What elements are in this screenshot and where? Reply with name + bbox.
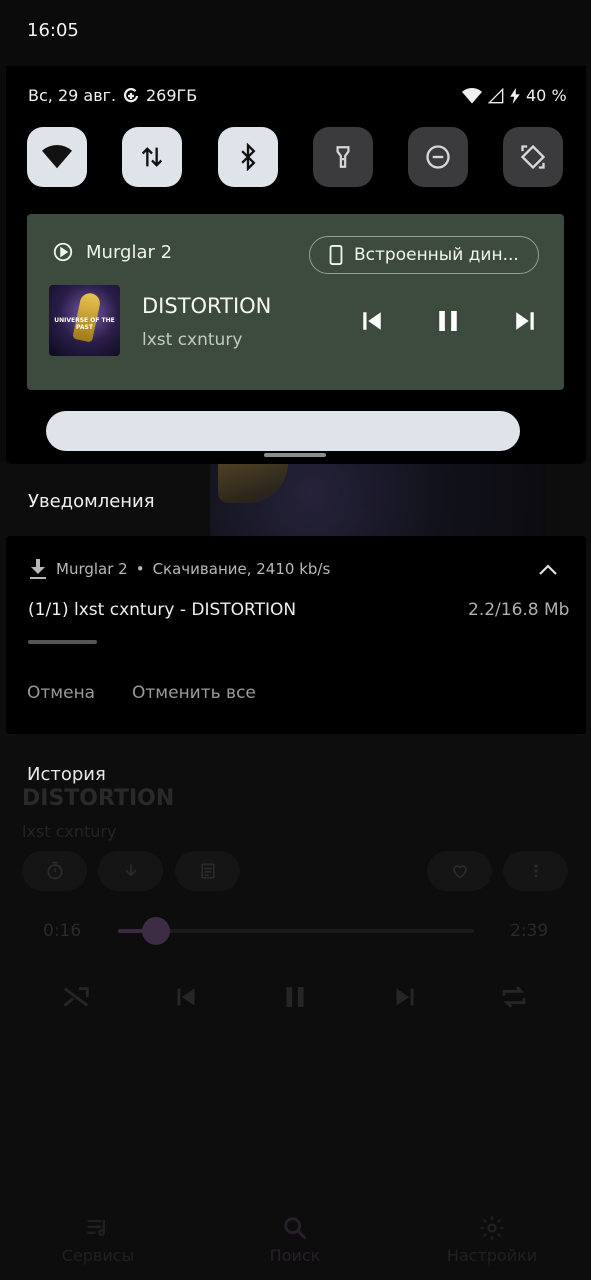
background-track-artist: lxst cxntury: [22, 822, 117, 841]
bluetooth-icon: [241, 143, 256, 171]
skip-previous-icon: [363, 312, 381, 330]
notifications-header: Уведомления: [28, 491, 155, 512]
gear-icon: [480, 1216, 504, 1240]
media-pause-button[interactable]: [431, 304, 465, 338]
history-button[interactable]: История: [27, 764, 106, 785]
search-icon: [284, 1217, 307, 1240]
output-device-label: Встроенный дин...: [354, 245, 519, 265]
nav-services[interactable]: Сервисы: [38, 1214, 158, 1265]
media-previous-button[interactable]: [355, 304, 389, 338]
notification-status: Скачивание, 2410 kb/s: [152, 560, 331, 578]
swap-vert-icon: [141, 147, 163, 167]
album-art: UNIVERSE OF THE PAST: [49, 285, 120, 356]
notification-size: 2.2/16.8 Mb: [468, 600, 570, 620]
more-button[interactable]: [503, 851, 568, 891]
wifi-signal-icon: [462, 87, 482, 103]
download-icon: [30, 559, 46, 579]
media-app-header: Murglar 2: [52, 241, 172, 263]
pause-icon: [439, 311, 457, 331]
nav-settings[interactable]: Настройки: [432, 1214, 552, 1265]
tile-do-not-disturb[interactable]: [408, 127, 468, 187]
qs-date[interactable]: Вс, 29 авг.: [28, 86, 116, 105]
skip-next-icon[interactable]: [388, 980, 422, 1014]
seek-bar-thumb[interactable]: [142, 917, 170, 945]
cancel-button[interactable]: Отмена: [27, 683, 95, 703]
play-circle-icon: [53, 242, 73, 262]
nav-settings-label: Настройки: [446, 1246, 538, 1265]
background-album-art: [210, 463, 546, 537]
timer-icon: [47, 861, 62, 880]
heart-icon: [452, 865, 467, 879]
total-time: 2:39: [510, 921, 549, 941]
battery-percent: 40 %: [526, 86, 567, 105]
library-music-icon: [87, 1219, 105, 1237]
cellular-signal-icon: [488, 87, 504, 103]
seek-bar[interactable]: [118, 929, 474, 933]
like-button[interactable]: [427, 851, 492, 891]
cancel-all-button[interactable]: Отменить все: [132, 683, 256, 703]
nav-search-label: Поиск: [269, 1246, 321, 1265]
tile-wifi[interactable]: [27, 127, 87, 187]
notification-separator: •: [135, 560, 145, 578]
timer-button[interactable]: [22, 851, 87, 891]
more-vert-icon: [534, 864, 537, 878]
brightness-slider[interactable]: [46, 411, 520, 451]
repeat-icon[interactable]: [497, 980, 531, 1014]
download-progress-bar: [28, 640, 97, 644]
system-status-icons: 40 %: [462, 86, 567, 105]
album-art-text: UNIVERSE OF THE PAST: [54, 317, 115, 331]
download-button[interactable]: [98, 851, 163, 891]
screen-rotation-icon: [520, 144, 546, 170]
notification-app-row: Murglar 2 • Скачивание, 2410 kb/s: [28, 558, 330, 580]
flashlight-icon: [336, 146, 350, 168]
skip-next-icon: [516, 312, 534, 330]
smartphone-icon: [329, 245, 343, 265]
tile-bluetooth[interactable]: [218, 127, 278, 187]
tile-auto-rotate[interactable]: [503, 127, 563, 187]
current-time: 0:16: [43, 921, 82, 941]
skip-previous-icon[interactable]: [169, 980, 203, 1014]
background-track-title: DISTORTION: [22, 786, 175, 811]
data-saver-icon: [123, 87, 139, 102]
wifi-icon: [42, 145, 72, 169]
notification-title: (1/1) lxst cxntury - DISTORTION: [28, 600, 297, 620]
battery-charging-icon: [510, 87, 520, 104]
nav-services-label: Сервисы: [61, 1246, 135, 1265]
lyrics-icon: [200, 863, 215, 879]
media-next-button[interactable]: [508, 304, 542, 338]
do-not-disturb-icon: [426, 145, 450, 169]
status-bar-time: 16:05: [27, 20, 79, 41]
media-track-title: DISTORTION: [142, 294, 272, 318]
data-usage[interactable]: 269ГБ: [122, 86, 197, 105]
output-device-button[interactable]: Встроенный дин...: [309, 236, 539, 274]
tile-mobile-data[interactable]: [122, 127, 182, 187]
shuffle-icon[interactable]: [59, 980, 93, 1014]
media-track-artist: lxst cxntury: [142, 330, 243, 350]
shade-drag-handle[interactable]: [264, 453, 326, 457]
pause-icon[interactable]: [278, 980, 312, 1014]
data-usage-label: 269ГБ: [146, 86, 198, 105]
download-icon: [124, 864, 137, 877]
lyrics-button[interactable]: [175, 851, 240, 891]
media-app-name: Murglar 2: [86, 241, 173, 263]
tile-flashlight[interactable]: [313, 127, 373, 187]
nav-search[interactable]: Поиск: [235, 1214, 355, 1265]
notification-app-name: Murglar 2: [56, 560, 128, 578]
chevron-up-icon[interactable]: [536, 558, 560, 582]
